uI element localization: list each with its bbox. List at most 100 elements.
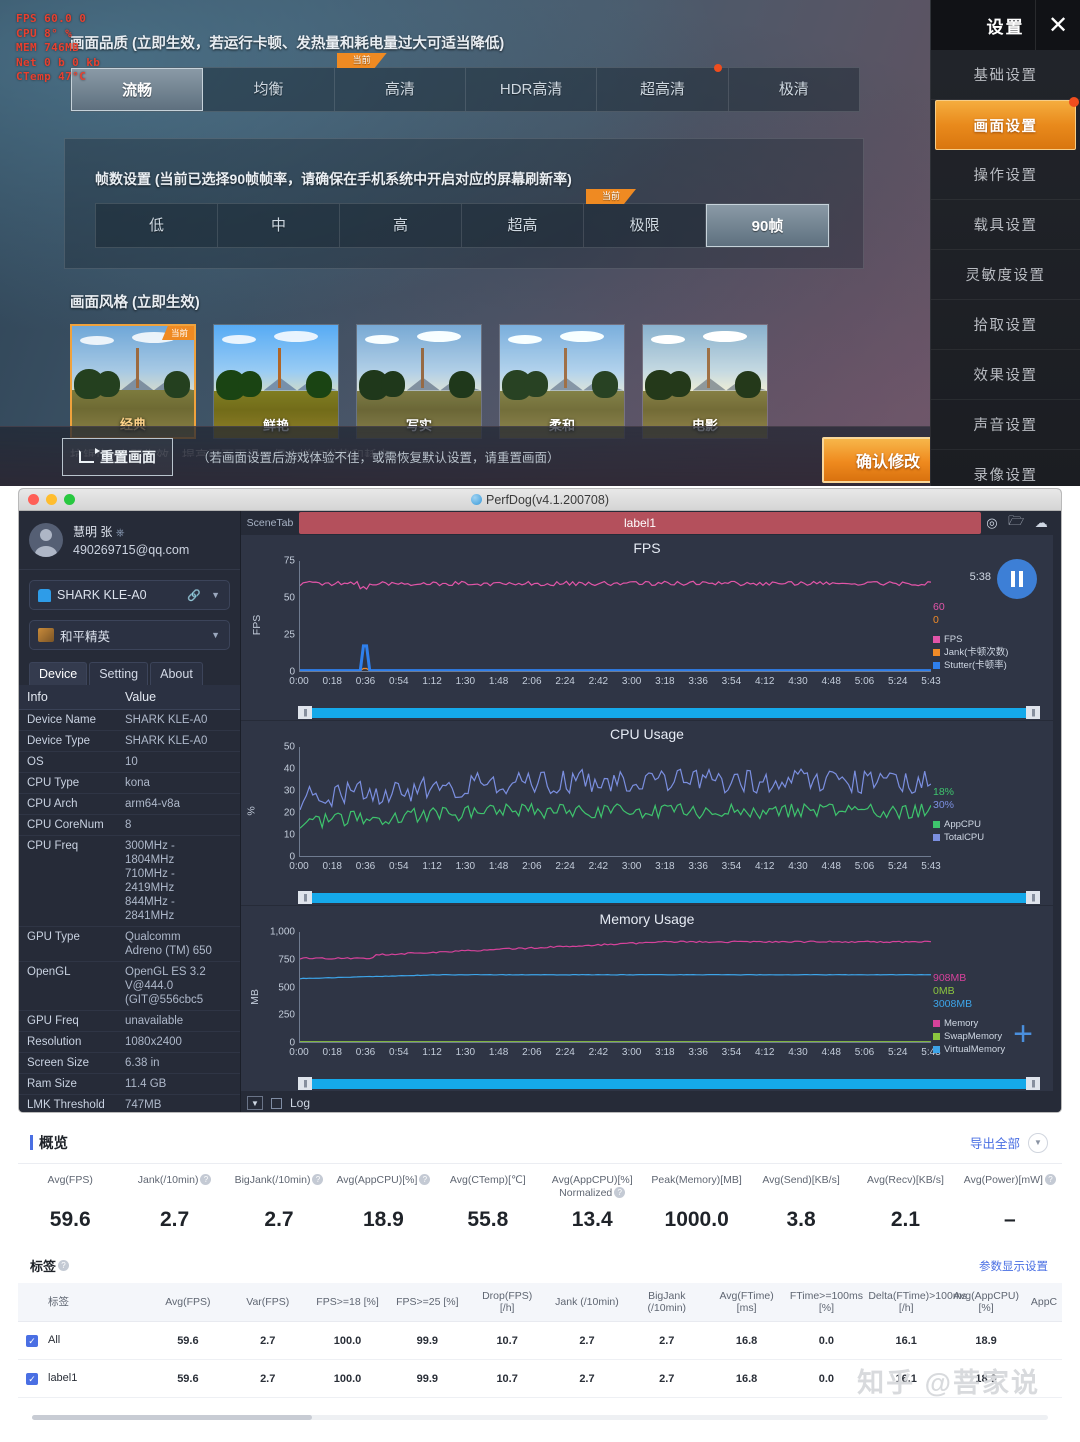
x-tick-label: 4:12: [754, 675, 775, 687]
settings-nav-item-1[interactable]: 画面设置: [935, 97, 1079, 150]
picture-style-card-0[interactable]: 经典 当前: [70, 324, 196, 439]
quality-option-row[interactable]: 流畅 均衡 高清 当前 HDR高清 超高清 极清: [70, 53, 860, 112]
settings-nav-list[interactable]: 基础设置 画面设置 操作设置 载具设置 灵敏度设置 拾取设置 效果设置 声音设置 录像设置: [931, 50, 1080, 486]
tag-col-header-0[interactable]: 标签: [18, 1283, 148, 1322]
device-select[interactable]: SHARK KLE-A0 🔗 ▼: [29, 580, 230, 610]
quality-option-5[interactable]: 极清: [729, 68, 859, 111]
picture-style-card-3[interactable]: 柔和: [499, 324, 625, 439]
row-checkbox[interactable]: ✓: [26, 1373, 38, 1385]
parameter-display-settings-link[interactable]: 参数显示设置: [979, 1258, 1048, 1274]
plot-area[interactable]: [299, 561, 931, 672]
framerate-option-5[interactable]: 90帧: [706, 204, 829, 247]
quality-option-2[interactable]: 高清 当前: [335, 53, 466, 111]
horizontal-scrollbar[interactable]: [32, 1415, 312, 1420]
plot-area[interactable]: [299, 932, 931, 1044]
settings-nav-item-3[interactable]: 载具设置: [931, 200, 1080, 250]
help-icon[interactable]: ?: [312, 1174, 324, 1185]
plus-icon[interactable]: +: [1013, 1017, 1033, 1051]
help-icon[interactable]: ?: [419, 1174, 431, 1185]
chevron-down-icon[interactable]: ▼: [211, 590, 220, 600]
folder-icon[interactable]: 🗁: [1008, 512, 1024, 534]
framerate-option-4[interactable]: 极限 当前: [584, 189, 706, 247]
help-icon[interactable]: ?: [58, 1260, 70, 1271]
settings-nav-item-8[interactable]: 录像设置: [931, 450, 1080, 486]
reset-graphics-button[interactable]: 重置画面: [62, 437, 173, 476]
settings-nav-item-0[interactable]: 基础设置: [931, 50, 1080, 100]
sidebar-tab-device[interactable]: Device: [29, 662, 88, 685]
help-icon[interactable]: ?: [614, 1187, 626, 1198]
chart-range-scrollbar[interactable]: [298, 705, 1040, 719]
tag-col-header-9[interactable]: FTime>=100ms [%]: [786, 1283, 867, 1322]
help-icon[interactable]: ?: [200, 1174, 212, 1185]
framerate-option-1[interactable]: 中: [218, 204, 340, 247]
export-all-link[interactable]: 导出全部: [970, 1133, 1020, 1152]
tag-col-header-11[interactable]: Avg(AppCPU) [%]: [946, 1283, 1026, 1322]
tag-col-header-4[interactable]: FPS>=25 [%]: [387, 1283, 468, 1322]
tag-col-header-5[interactable]: Drop(FPS) [/h]: [467, 1283, 548, 1322]
power-icon[interactable]: ⎈: [116, 527, 125, 539]
chevron-down-icon[interactable]: ▼: [247, 1096, 263, 1111]
metric-label-line: Avg(FPS): [47, 1174, 93, 1186]
tag-col-header-7[interactable]: BigJank (/10min): [626, 1283, 707, 1322]
settings-nav-item-4[interactable]: 灵敏度设置: [931, 250, 1080, 300]
app-select[interactable]: 和平精英 ▼: [29, 620, 230, 650]
quality-section-title: 画面品质 (立即生效，若运行卡顿、发热量和耗电量过大可适当降低): [70, 36, 505, 52]
thumb-cloud: [274, 331, 318, 342]
picture-style-card-2[interactable]: 写实: [356, 324, 482, 439]
metric-label-line: Peak(Memory)[MB]: [651, 1174, 742, 1186]
framerate-option-0[interactable]: 低: [96, 204, 218, 247]
framerate-option-row[interactable]: 低中高超高 极限 当前 90帧: [95, 189, 830, 248]
pause-button[interactable]: [997, 559, 1037, 599]
row-checkbox[interactable]: ✓: [26, 1335, 38, 1347]
tag-col-header-6[interactable]: Jank (/10min): [547, 1283, 627, 1322]
picture-style-card-4[interactable]: 电影: [642, 324, 768, 439]
tag-col-header-10[interactable]: Delta(FTime)>100ms [/h]: [866, 1283, 967, 1322]
tag-col-header-2[interactable]: Var(FPS): [227, 1283, 308, 1322]
scene-icons[interactable]: ◎ 🗁 ☁: [981, 512, 1053, 534]
framerate-option-3[interactable]: 超高: [462, 204, 584, 247]
quality-option-4[interactable]: 超高清: [597, 64, 729, 111]
scene-bar: SceneTab label1 ◎ 🗁 ☁: [241, 511, 1053, 535]
device-info-col-header: Value: [117, 685, 240, 710]
plot-area[interactable]: [299, 746, 931, 858]
chevron-down-icon[interactable]: ▼: [1028, 1132, 1048, 1153]
quality-option-1[interactable]: 均衡: [203, 68, 335, 111]
chevron-down-icon[interactable]: ▼: [211, 630, 220, 640]
tag-col-header-8[interactable]: Avg(FTime) [ms]: [706, 1283, 787, 1322]
settings-nav-item-2[interactable]: 操作设置: [931, 150, 1080, 200]
table-row: Ram Size 11.4 GB: [19, 1073, 240, 1095]
link-icon[interactable]: 🔗: [187, 589, 201, 602]
settings-nav-item-6[interactable]: 效果设置: [931, 350, 1080, 400]
chart-range-scrollbar[interactable]: [298, 891, 1040, 905]
table-row[interactable]: ✓ All 59.6 2.7 100.0 99.9 10.7 2.7 2.7 16.8 0.0 16.…: [18, 1321, 1062, 1360]
sidebar-tab-setting[interactable]: Setting: [89, 662, 149, 685]
x-tick-label: 5:06: [854, 861, 875, 873]
help-icon[interactable]: ?: [1044, 1174, 1056, 1185]
table-row[interactable]: ✓ label1 59.6 2.7 100.0 99.9 10.7 2.7 2.7 16.8 0.0…: [18, 1359, 1062, 1398]
scene-label-bar[interactable]: label1: [299, 512, 981, 534]
settings-nav-item-7[interactable]: 声音设置: [931, 400, 1080, 450]
sidebar-tab-about[interactable]: About: [150, 662, 203, 685]
tag-col-header-3[interactable]: FPS>=18 [%]: [307, 1283, 388, 1322]
picture-style-row[interactable]: 经典当前鲜艳写实柔和电影: [70, 324, 912, 439]
user-profile[interactable]: 慧明 张 ⎈ 490269715@qq.com: [19, 511, 240, 570]
vertical-scrollbar[interactable]: [1053, 511, 1061, 1112]
log-checkbox[interactable]: [271, 1097, 282, 1109]
cloud-icon[interactable]: ☁: [1035, 515, 1048, 531]
y-axis-label: MB: [248, 988, 261, 1005]
overview-metric-value-9: –: [1004, 1208, 1016, 1231]
info-value: 8: [117, 814, 240, 836]
settings-nav-item-5[interactable]: 拾取设置: [931, 300, 1080, 350]
location-icon[interactable]: ◎: [986, 515, 997, 531]
hud-cpu: CPU 8° %: [16, 26, 73, 40]
tag-cell-9: 0.0: [786, 1359, 867, 1398]
chart-range-scrollbar[interactable]: [298, 1077, 1040, 1091]
framerate-option-2[interactable]: 高: [340, 204, 462, 247]
quality-option-3[interactable]: HDR高清: [466, 68, 598, 111]
close-icon[interactable]: ✕: [1035, 0, 1080, 50]
sidebar-tabs[interactable]: Device Setting About: [29, 662, 240, 685]
overview-metric-label-0: Avg(FPS): [18, 1164, 122, 1200]
tag-col-header-1[interactable]: Avg(FPS): [148, 1283, 228, 1322]
picture-style-card-1[interactable]: 鲜艳: [213, 324, 339, 439]
tag-col-header-12[interactable]: AppC: [1026, 1283, 1062, 1322]
